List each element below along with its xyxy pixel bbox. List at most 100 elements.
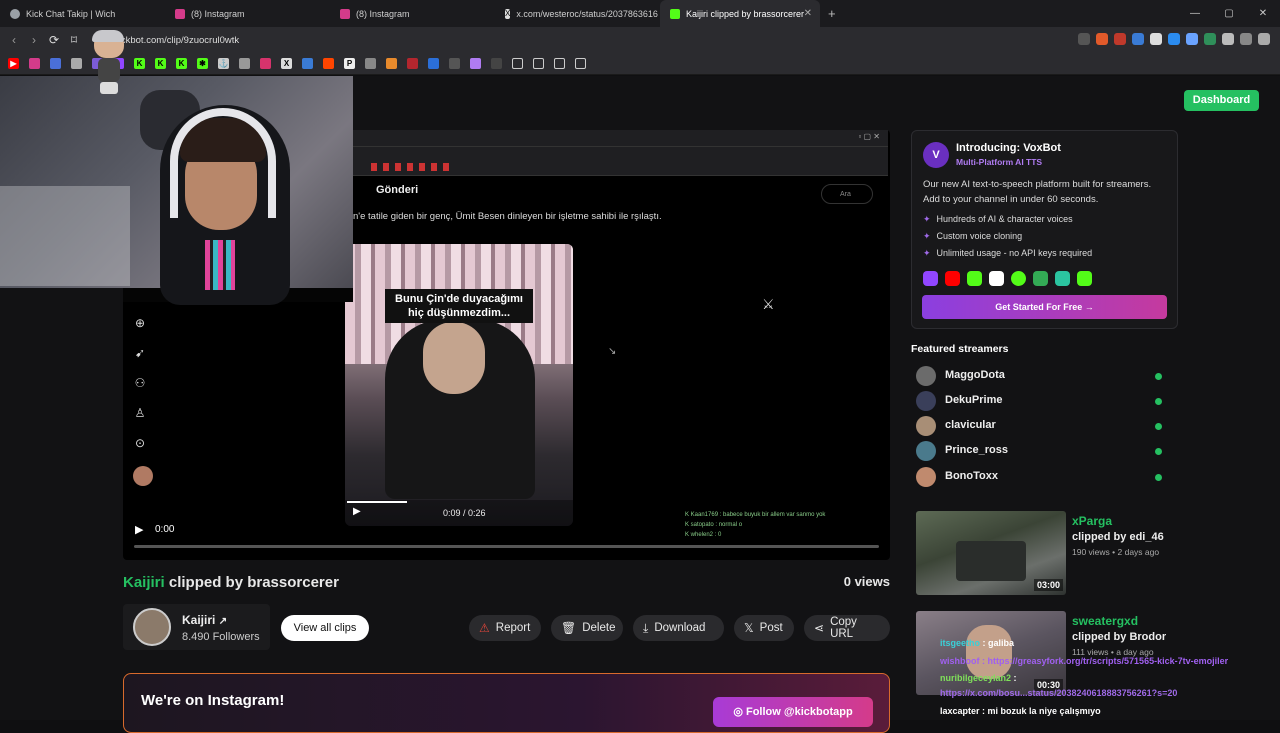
tab-kaijiri-clip[interactable]: Kaijiri clipped by brassorcerer ✕ — [660, 0, 820, 27]
extension-icon[interactable] — [1132, 33, 1144, 45]
kick-icon — [967, 271, 982, 286]
bookmark-icon[interactable] — [407, 58, 418, 69]
reddit-bookmark-icon[interactable] — [323, 58, 334, 69]
extension-icon[interactable] — [1114, 33, 1126, 45]
bookmark-icon[interactable] — [365, 58, 376, 69]
folder-icon[interactable] — [533, 58, 544, 69]
back-button[interactable]: ‹ — [4, 33, 24, 47]
bookmark-icon[interactable] — [470, 58, 481, 69]
follower-count: 8.490 Followers — [182, 631, 260, 643]
tiktok-icon — [989, 271, 1004, 286]
kick-bookmark-icon[interactable]: K — [176, 58, 187, 69]
bookmark-icon[interactable] — [239, 58, 250, 69]
kick-bookmark-icon[interactable]: K — [155, 58, 166, 69]
rocket-icon: ➹ — [134, 346, 146, 360]
channel-avatar[interactable] — [133, 608, 171, 646]
chat-text: : galiba — [982, 638, 1015, 648]
tab-instagram-1[interactable]: (8) Instagram — [165, 0, 330, 27]
bookmark-icon[interactable] — [260, 58, 271, 69]
captured-chat-line: K Kaan1769 : babece buyuk bir allem var … — [685, 512, 826, 518]
kickbot-bookmark-icon[interactable]: ✱ — [197, 58, 208, 69]
view-all-clips-button[interactable]: View all clips — [281, 615, 369, 641]
instagram-bookmark-icon[interactable] — [29, 58, 40, 69]
promo-title: Introducing: VoxBot — [956, 142, 1061, 154]
streamer-item[interactable]: BonoToxx — [916, 467, 1166, 487]
download-label: Download — [654, 622, 706, 634]
streamer-item[interactable]: clavicular — [916, 416, 1166, 436]
play-button[interactable]: ▶ — [135, 523, 143, 536]
bookmark-icon[interactable] — [71, 58, 82, 69]
sidebar-icon[interactable] — [1240, 33, 1252, 45]
menu-icon[interactable] — [1258, 33, 1270, 45]
share-icon[interactable] — [1078, 33, 1090, 45]
post-button[interactable]: 𝕏 Post — [734, 615, 794, 641]
bookmark-icon[interactable] — [50, 58, 61, 69]
tab-x-status[interactable]: X x.com/westeroc/status/2037863616 — [495, 0, 660, 27]
x-bookmark-icon[interactable]: X — [281, 58, 292, 69]
clip-card[interactable]: 03:00 xParga clipped by edi_46 190 views… — [916, 511, 1176, 597]
report-button[interactable]: ⚠ Report — [469, 615, 541, 641]
follow-instagram-button[interactable]: ◎ Follow @kickbotapp — [713, 697, 873, 727]
channel-name[interactable]: Kaijiri ↗ — [182, 613, 227, 627]
get-started-button[interactable]: Get Started For Free → — [922, 295, 1167, 319]
live-indicator-icon — [1155, 373, 1162, 380]
captured-window-controls: ▫ ▢ ✕ — [858, 132, 880, 141]
streamer-item[interactable]: Prince_ross — [916, 441, 1166, 461]
streamer-name: DekuPrime — [945, 394, 1003, 406]
channel-link[interactable]: Kaijiri — [123, 574, 165, 591]
kick-bookmark-icon[interactable]: K — [134, 58, 145, 69]
bookmark-icon[interactable] — [491, 58, 502, 69]
tab-label: Kaijiri clipped by brassorcerer — [686, 8, 805, 19]
tab-kick-chat[interactable]: Kick Chat Takip | Wich — [0, 0, 165, 27]
streamer-name: BonoToxx — [945, 470, 998, 482]
bookmark-icon[interactable] — [428, 58, 439, 69]
avatar — [916, 366, 936, 386]
delete-button[interactable]: 🗑 Delete — [551, 615, 623, 641]
brave-shield-icon[interactable] — [1096, 33, 1108, 45]
clip-duration: 03:00 — [1034, 579, 1064, 591]
chat-message: wishboof : https://greasyfork.org/tr/scr… — [940, 656, 1228, 666]
youtube-bookmark-icon[interactable]: ▶ — [8, 58, 19, 69]
chat-text: : https://greasyfork.org/tr/scripts/5715… — [982, 656, 1229, 666]
folder-icon[interactable] — [554, 58, 565, 69]
copy-url-button[interactable]: ⋖ Copy URL — [804, 615, 890, 641]
extension-icon[interactable] — [1186, 33, 1198, 45]
tab-label: Kick Chat Takip | Wich — [26, 8, 116, 19]
bookmark-icon[interactable]: P — [344, 58, 355, 69]
download-button[interactable]: ⤓ Download — [633, 615, 724, 641]
bookmark-icon[interactable] — [302, 58, 313, 69]
tab-instagram-2[interactable]: (8) Instagram — [330, 0, 495, 27]
bookmark-icon[interactable]: ⌑ — [64, 33, 84, 47]
live-indicator-icon — [1155, 448, 1162, 455]
promo-feature-text: Custom voice cloning — [936, 231, 1023, 241]
minimize-button[interactable]: — — [1178, 8, 1212, 19]
clip-card[interactable]: 00:30 sweatergxd clipped by Brodor 111 v… — [916, 611, 1176, 697]
url-field[interactable]: kickbot.com/clip/9zuocrul0wtk — [114, 35, 239, 46]
clip-channel[interactable]: sweatergxd — [1072, 614, 1138, 628]
captured-window-titlebar: ▫ ▢ ✕ — [353, 130, 888, 146]
clip-channel[interactable]: xParga — [1072, 514, 1112, 528]
anchor-bookmark-icon[interactable]: ⚓ — [218, 58, 229, 69]
bookmark-icon[interactable] — [449, 58, 460, 69]
close-tab-icon[interactable]: ✕ — [804, 8, 812, 19]
extension-icon[interactable] — [1168, 33, 1180, 45]
folder-icon[interactable] — [512, 58, 523, 69]
extension-icon[interactable] — [1222, 33, 1234, 45]
streamer-item[interactable]: MaggoDota — [916, 366, 1166, 386]
promo-feature: ✦ Hundreds of AI & character voices — [923, 214, 1073, 225]
streamer-item[interactable]: DekuPrime — [916, 391, 1166, 411]
promo-feature-text: Unlimited usage - no API keys required — [936, 248, 1093, 258]
folder-icon[interactable] — [575, 58, 586, 69]
new-tab-button[interactable]: + — [828, 6, 836, 21]
extension-icon[interactable] — [1150, 33, 1162, 45]
captured-search-field: Ara — [821, 184, 873, 204]
forward-button[interactable]: › — [24, 33, 44, 47]
kickbot-icon — [670, 8, 680, 19]
reload-button[interactable]: ⟳ — [44, 33, 64, 47]
dashboard-button[interactable]: Dashboard — [1184, 90, 1259, 111]
seek-bar[interactable] — [134, 545, 879, 548]
maximize-button[interactable]: ▢ — [1212, 8, 1246, 19]
bookmark-icon[interactable] — [386, 58, 397, 69]
close-window-button[interactable]: ✕ — [1246, 8, 1280, 19]
extension-icon[interactable] — [1204, 33, 1216, 45]
